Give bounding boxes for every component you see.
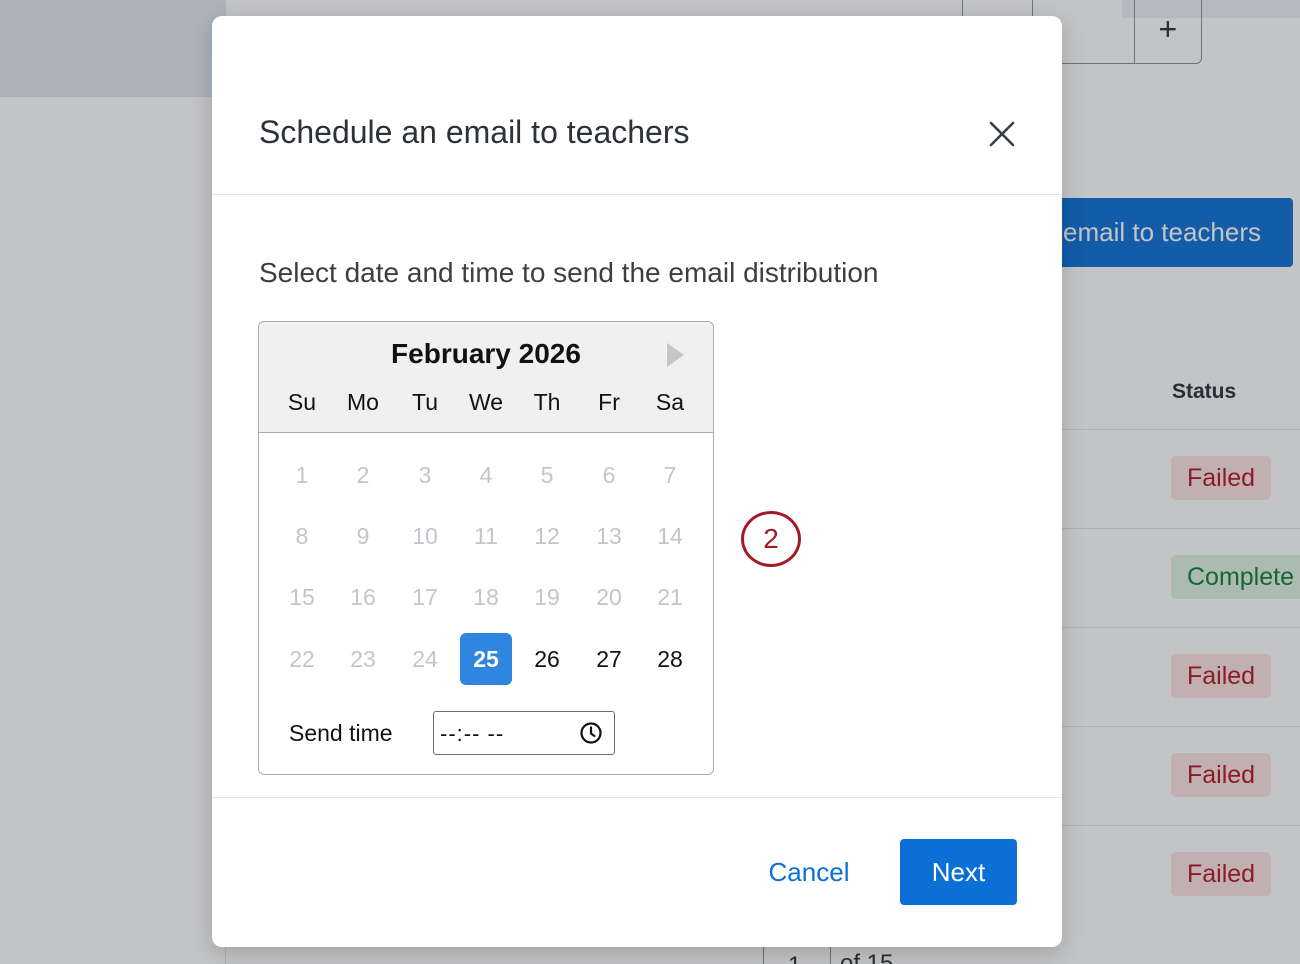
calendar-day: 7: [663, 461, 677, 488]
calendar-day: 1: [295, 461, 309, 488]
calendar-day: 4: [479, 461, 493, 488]
calendar-day: 5: [540, 461, 554, 488]
weekday-label: Mo: [347, 389, 379, 415]
calendar-day: 19: [534, 583, 560, 610]
calendar-day: 11: [474, 522, 498, 549]
weekday-label: Su: [287, 389, 317, 415]
calendar-header: February 2026 Su Mo Tu We Th Fr Sa: [259, 322, 713, 433]
weekday-label: Th: [533, 389, 561, 415]
calendar-day: 13: [596, 522, 622, 549]
calendar-day: 15: [289, 583, 315, 610]
weekday-label: We: [468, 389, 504, 415]
calendar-day: 9: [356, 522, 370, 549]
calendar-day: 18: [473, 583, 499, 610]
schedule-email-dialog: Schedule an email to teachers Select dat…: [212, 16, 1062, 947]
send-time-label: Send time: [289, 720, 393, 746]
next-month-button[interactable]: [664, 342, 686, 368]
calendar-day-selected[interactable]: 25: [460, 633, 512, 685]
close-button[interactable]: [984, 116, 1020, 152]
dialog-header: Schedule an email to teachers: [212, 16, 1062, 195]
weekday-label: Tu: [412, 389, 438, 415]
calendar-day: 2: [356, 461, 370, 488]
clock-icon[interactable]: [579, 721, 603, 745]
next-button[interactable]: Next: [900, 839, 1017, 905]
dialog-title: Schedule an email to teachers: [259, 114, 690, 150]
cancel-button[interactable]: Cancel: [750, 839, 868, 905]
calendar-day: 8: [295, 522, 309, 549]
calendar-day[interactable]: 26: [521, 633, 573, 685]
instruction-text: Select date and time to send the email d…: [259, 257, 879, 288]
calendar-day: 17: [412, 583, 438, 610]
calendar-day: 21: [657, 583, 683, 610]
calendar-day: 16: [350, 583, 376, 610]
calendar-day: 10: [412, 522, 438, 549]
calendar-day: 6: [602, 461, 616, 488]
calendar-day: 23: [350, 645, 376, 672]
calendar-day: 22: [289, 645, 315, 672]
calendar-day: 3: [418, 461, 432, 488]
calendar-day[interactable]: 28: [644, 633, 696, 685]
date-picker: February 2026 Su Mo Tu We Th Fr Sa 1 2 3 4 5 6 7 8 9 10…: [258, 321, 714, 775]
weekday-label: Sa: [655, 389, 685, 415]
calendar-month-label: February 2026: [391, 338, 581, 369]
weekday-label: Fr: [598, 389, 620, 415]
calendar-day: 14: [657, 522, 683, 549]
close-icon: [989, 121, 1015, 147]
send-time-value: --:-- --: [440, 721, 505, 746]
calendar-day: 24: [412, 645, 438, 672]
send-time-input[interactable]: --:-- --: [433, 711, 615, 755]
chevron-right-icon: [667, 343, 684, 367]
calendar-day: 20: [596, 583, 622, 610]
calendar-day: 12: [534, 522, 560, 549]
calendar-day[interactable]: 27: [583, 633, 635, 685]
footer-divider: [212, 797, 1062, 798]
step-marker: 2: [741, 511, 801, 567]
